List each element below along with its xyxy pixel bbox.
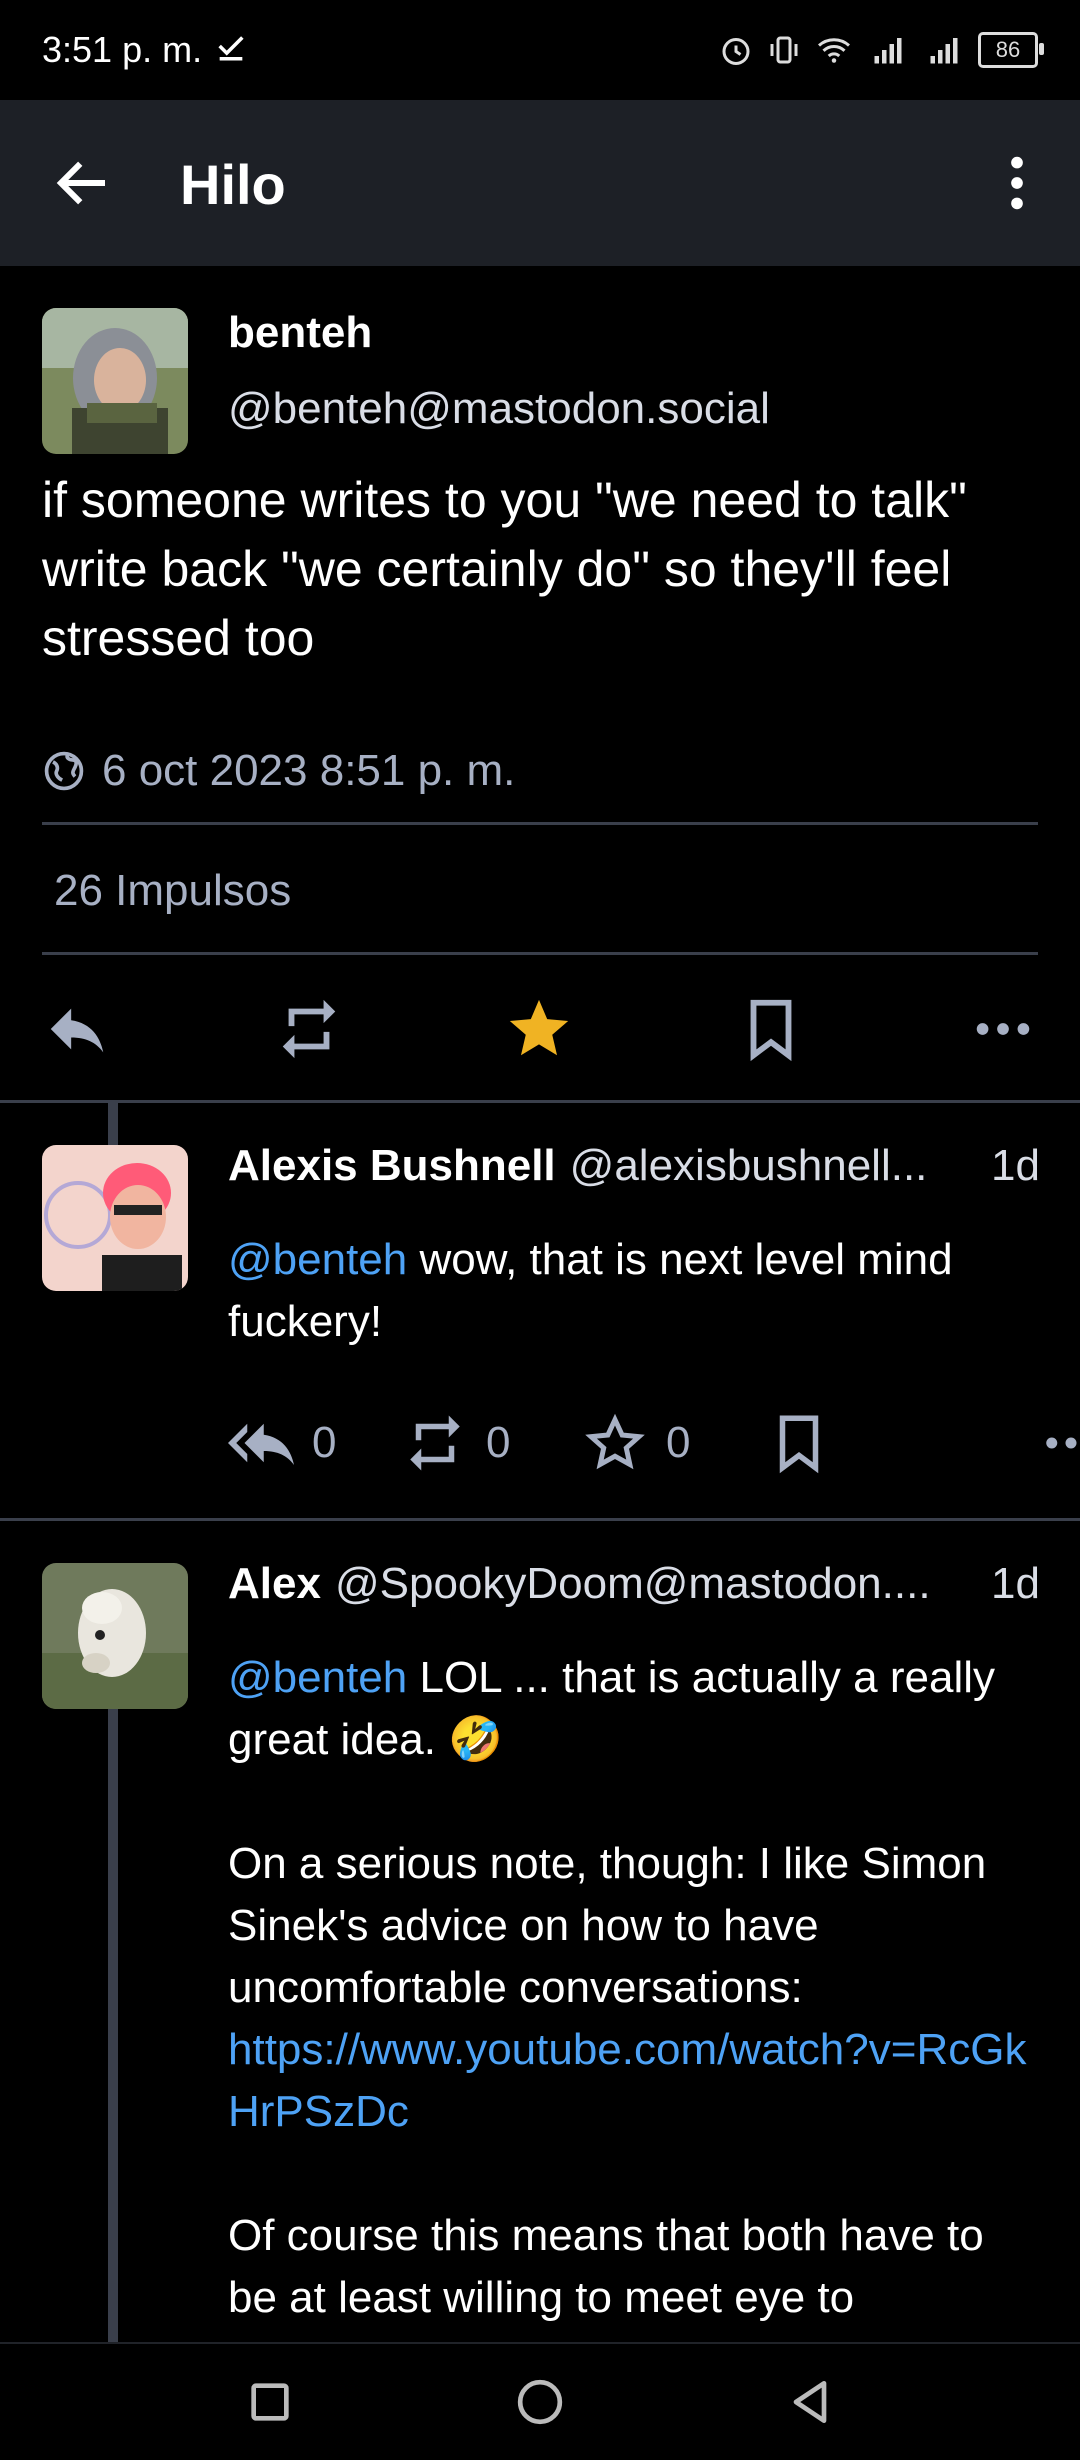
boost-button[interactable] bbox=[274, 994, 344, 1064]
reply-paragraph: On a serious note, though: I like Simon … bbox=[228, 1839, 987, 2012]
back-button[interactable] bbox=[50, 150, 116, 216]
more-actions-button[interactable] bbox=[1038, 1410, 1080, 1476]
boost-button[interactable]: 0 bbox=[402, 1410, 582, 1476]
more-options-button[interactable] bbox=[982, 148, 1052, 218]
thread-line bbox=[108, 1103, 118, 1145]
reply-header: Alex @SpookyDoom@mastodon.... 1d bbox=[228, 1559, 1040, 1609]
avatar-image bbox=[42, 1563, 188, 1709]
reply-paragraph: Of course this means that both have to b… bbox=[228, 2211, 984, 2322]
divider bbox=[42, 952, 1038, 955]
vibrate-icon bbox=[770, 36, 798, 64]
repeat-icon bbox=[410, 1415, 460, 1471]
more-horizontal-icon bbox=[976, 1023, 1030, 1035]
system-nav-bar bbox=[0, 2342, 1080, 2460]
reply-content: @benteh LOL ... that is actually a reall… bbox=[228, 1647, 1028, 2329]
reply-author-name[interactable]: Alexis Bushnell bbox=[228, 1141, 556, 1191]
reply-count: 0 bbox=[312, 1418, 337, 1467]
reply-paragraph: @benteh LOL ... that is actually a reall… bbox=[228, 1647, 1028, 1771]
more-actions-button[interactable] bbox=[968, 994, 1038, 1064]
app-bar: Hilo bbox=[0, 100, 1080, 266]
page-title: Hilo bbox=[180, 153, 286, 216]
square-icon bbox=[251, 2383, 289, 2421]
status-bar: 3:51 p. m. 86 bbox=[0, 0, 1080, 100]
reply-button[interactable]: 0 bbox=[228, 1410, 402, 1476]
reply-author-handle[interactable]: @SpookyDoom@mastodon.... bbox=[335, 1559, 975, 1609]
reply-item[interactable]: Alex @SpookyDoom@mastodon.... 1d @benteh… bbox=[0, 1521, 1080, 2344]
check-icon bbox=[214, 29, 248, 72]
post-content: if someone writes to you "we need to tal… bbox=[42, 472, 967, 666]
reply-author-name[interactable]: Alex bbox=[228, 1559, 321, 1609]
post-timestamp[interactable]: 6 oct 2023 8:51 p. m. bbox=[42, 746, 515, 796]
back-nav-button[interactable] bbox=[782, 2374, 838, 2430]
author-handle[interactable]: @benteh@mastodon.social bbox=[228, 384, 770, 434]
status-right: 86 bbox=[718, 32, 1044, 68]
alarm-icon bbox=[722, 38, 750, 65]
avatar[interactable] bbox=[42, 308, 188, 454]
repeat-icon bbox=[282, 999, 336, 1059]
reply-button[interactable] bbox=[42, 994, 112, 1064]
reply-author-handle[interactable]: @alexisbushnell... bbox=[570, 1141, 975, 1191]
boost-count[interactable]: 26 Impulsos bbox=[54, 866, 291, 916]
arrow-left-icon bbox=[56, 161, 105, 205]
reply-time: 1d bbox=[991, 1559, 1040, 1608]
recents-button[interactable] bbox=[242, 2374, 298, 2430]
fav-count: 0 bbox=[666, 1418, 691, 1467]
bookmark-button[interactable] bbox=[736, 994, 806, 1064]
favourite-button[interactable] bbox=[504, 994, 574, 1064]
reply-icon bbox=[50, 1008, 104, 1053]
reply-content: @benteh wow, that is next level mind fuc… bbox=[228, 1229, 1028, 1353]
reply-item[interactable]: Alexis Bushnell @alexisbushnell... 1d @b… bbox=[0, 1103, 1080, 1518]
avatar-image bbox=[42, 1145, 188, 1291]
reply-time: 1d bbox=[991, 1141, 1040, 1190]
star-icon bbox=[585, 1413, 645, 1470]
status-left: 3:51 p. m. bbox=[42, 29, 248, 72]
thread-line bbox=[108, 1709, 118, 2344]
reply-all-icon bbox=[228, 1423, 294, 1465]
screen: 3:51 p. m. 86 Hilo benteh @benteh@mastod… bbox=[0, 0, 1080, 2460]
mention-link[interactable]: @benteh bbox=[228, 1235, 407, 1284]
avatar-image bbox=[42, 308, 188, 454]
youtube-link[interactable]: https://www.youtube.com/watch?v=RcGkHrPS… bbox=[228, 2019, 1028, 2143]
reply-actions: 0 0 0 bbox=[228, 1410, 1080, 1476]
status-time: 3:51 p. m. bbox=[42, 29, 203, 70]
avatar[interactable] bbox=[42, 1563, 188, 1709]
signal-icon bbox=[874, 38, 902, 64]
triangle-back-icon bbox=[793, 2381, 827, 2423]
avatar[interactable] bbox=[42, 1145, 188, 1291]
divider bbox=[42, 822, 1038, 825]
battery-level: 86 bbox=[995, 37, 1021, 62]
globe-icon bbox=[44, 751, 84, 791]
author-name[interactable]: benteh bbox=[228, 308, 372, 358]
favourite-button[interactable]: 0 bbox=[582, 1410, 766, 1476]
bookmark-icon bbox=[779, 1415, 819, 1474]
bookmark-icon bbox=[750, 999, 792, 1062]
reply-header: Alexis Bushnell @alexisbushnell... 1d bbox=[228, 1141, 1040, 1191]
main-post: benteh @benteh@mastodon.social if someon… bbox=[0, 266, 1080, 1100]
star-filled-icon bbox=[509, 999, 569, 1056]
boost-count: 0 bbox=[486, 1418, 511, 1467]
wifi-icon bbox=[818, 38, 850, 63]
timestamp-text: 6 oct 2023 8:51 p. m. bbox=[102, 746, 516, 795]
more-horizontal-icon bbox=[1046, 1437, 1077, 1449]
home-button[interactable] bbox=[512, 2374, 568, 2430]
signal-icon-2 bbox=[930, 38, 958, 64]
bookmark-button[interactable] bbox=[766, 1410, 1038, 1476]
more-vertical-icon bbox=[1011, 156, 1023, 210]
mention-link[interactable]: @benteh bbox=[228, 1653, 407, 1702]
battery-icon: 86 bbox=[978, 32, 1044, 68]
circle-icon bbox=[517, 2379, 563, 2425]
